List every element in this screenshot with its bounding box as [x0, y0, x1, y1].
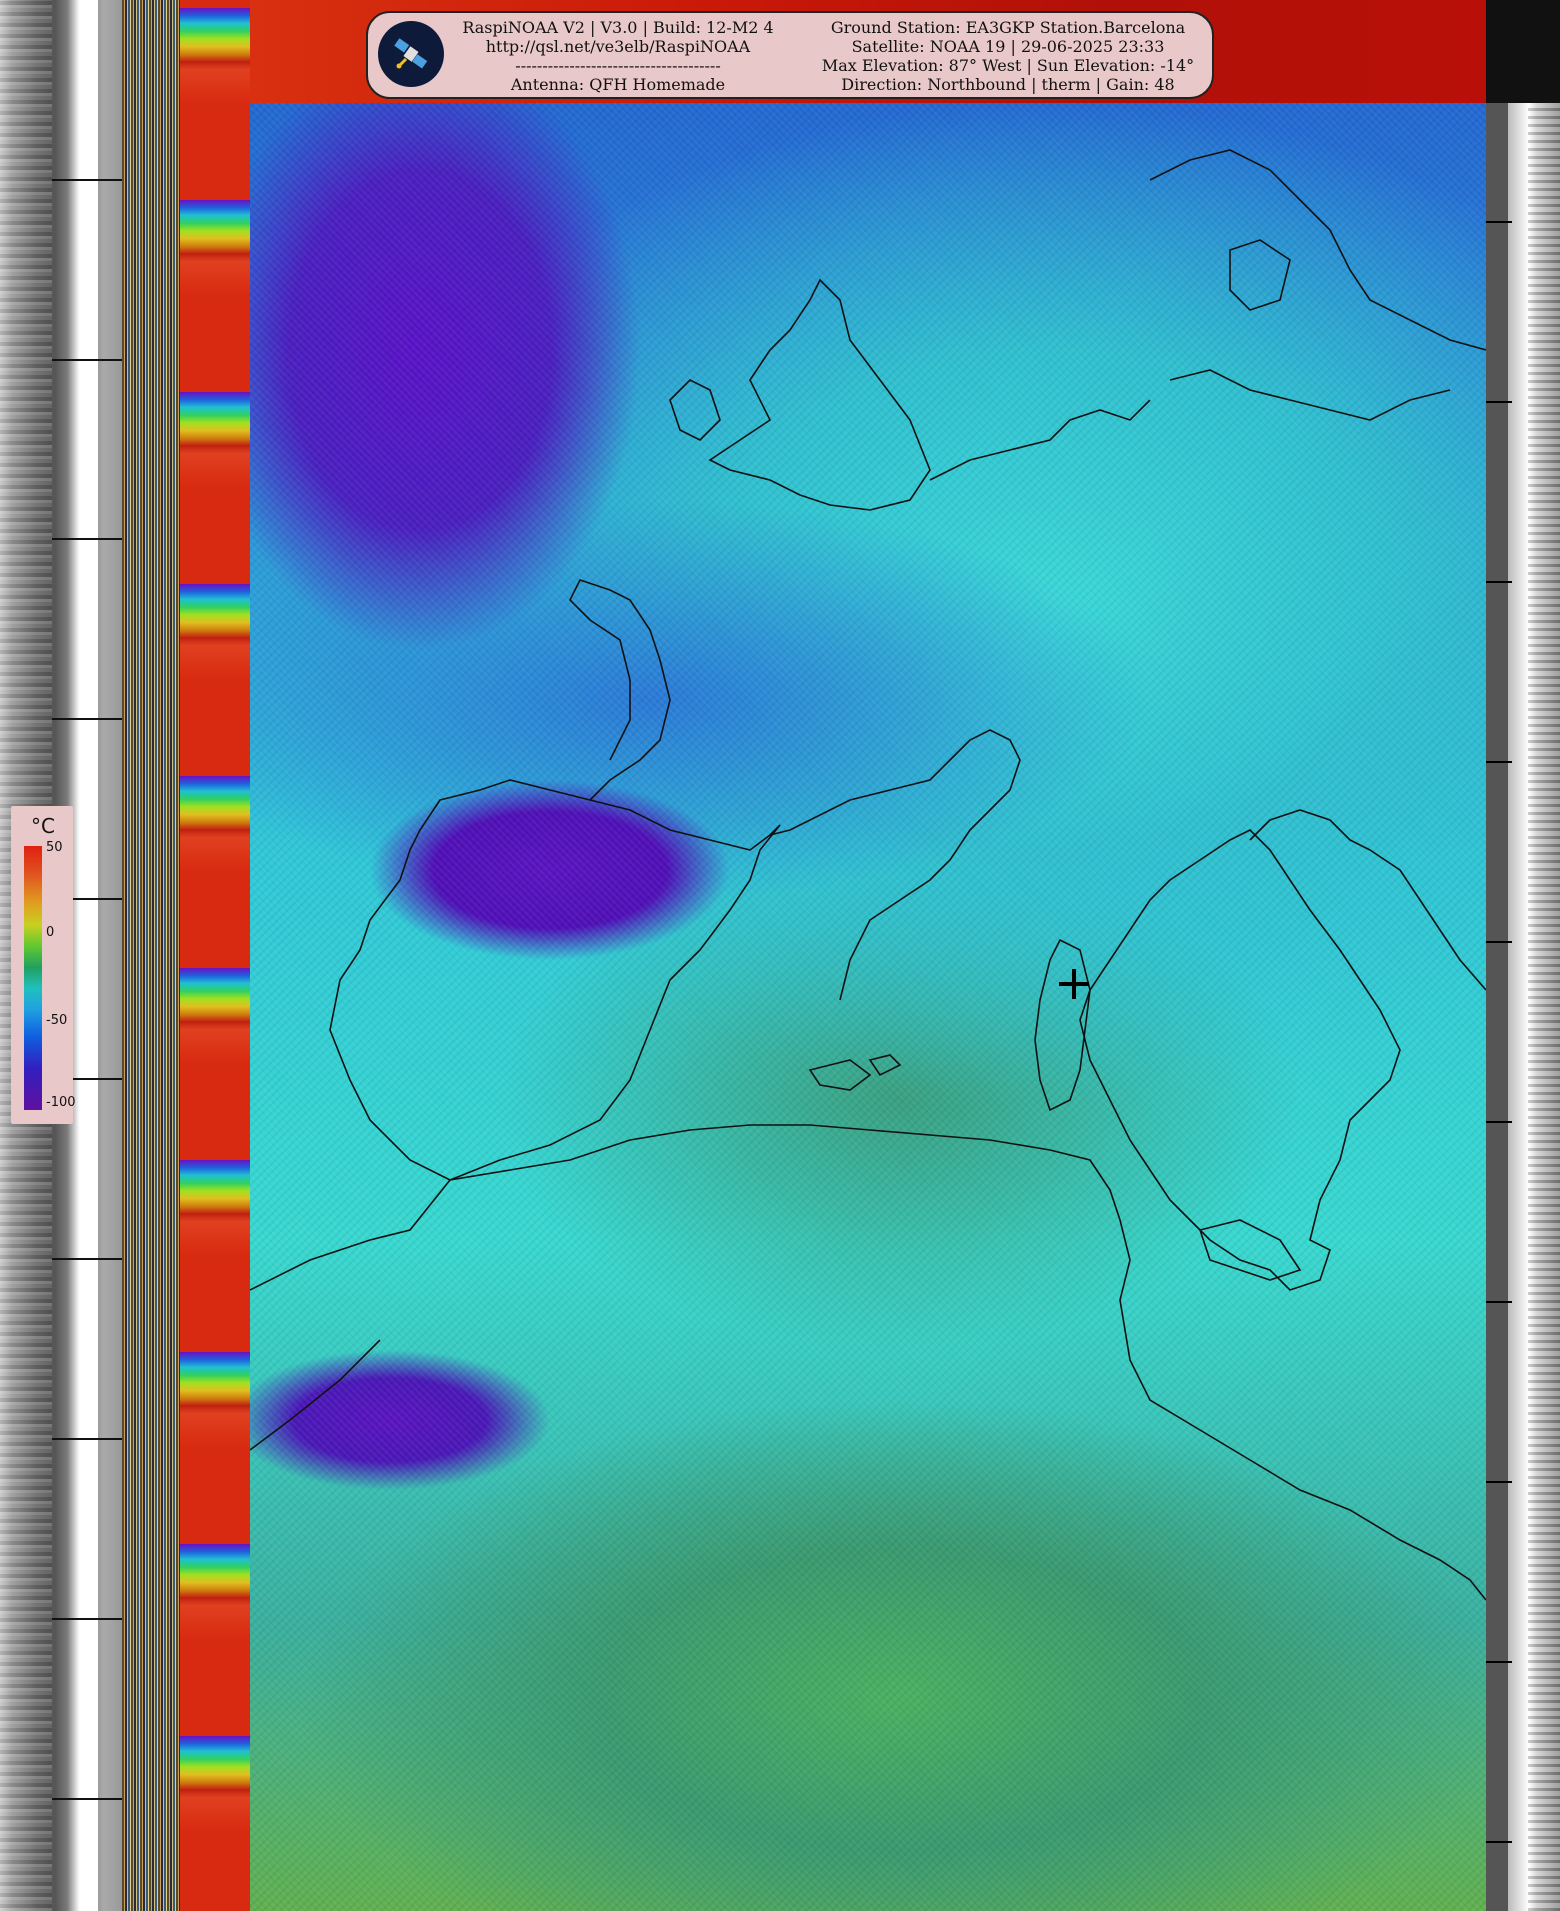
tick-mark [1486, 1661, 1512, 1663]
tick-mark [1486, 1301, 1512, 1303]
sync-lines [122, 0, 180, 1911]
legend-unit: °C [31, 814, 55, 838]
telemetry-block [180, 1352, 250, 1448]
satellite-info: Satellite: NOAA 19 | 29-06-2025 23:33 [851, 37, 1165, 56]
tick-mark [52, 718, 122, 720]
tick-mark [52, 1798, 122, 1800]
project-url: http://qsl.net/ve3elb/RaspiNOAA [485, 37, 751, 56]
right-telemetry-strip [1486, 0, 1508, 1911]
right-top-block [1486, 0, 1560, 103]
header-right-column: Ground Station: EA3GKP Station.Barcelona… [808, 18, 1208, 94]
telemetry-block [180, 1736, 250, 1832]
tick-mark [52, 1258, 122, 1260]
telemetry-block [180, 584, 250, 680]
tick-mark [1486, 221, 1512, 223]
telemetry-block [180, 8, 250, 104]
tick-mark [1486, 581, 1512, 583]
legend-label: 50 [46, 840, 63, 855]
telemetry-block [180, 392, 250, 488]
tick-mark [1486, 401, 1512, 403]
temperature-legend: °C 50 0 -50 -100 [11, 806, 76, 1124]
elevation-info: Max Elevation: 87° West | Sun Elevation:… [821, 56, 1195, 75]
legend-color-bar [24, 846, 42, 1110]
telemetry-block [180, 1544, 250, 1640]
tick-mark [52, 1618, 122, 1620]
logo [378, 21, 444, 87]
software-version: RaspiNOAA V2 | V3.0 | Build: 12-M2 4 [462, 18, 774, 37]
tick-mark [1486, 1481, 1512, 1483]
tick-mark [52, 179, 122, 181]
crosshair-icon [1059, 969, 1089, 999]
tick-mark [52, 538, 122, 540]
antenna-info: Antenna: QFH Homemade [510, 75, 726, 94]
legend-label: -50 [46, 1013, 68, 1028]
coastline-overlay [250, 149, 1486, 1601]
legend-label: 0 [46, 925, 55, 940]
direction-info: Direction: Northbound | therm | Gain: 48 [841, 75, 1175, 94]
telemetry-block [180, 776, 250, 872]
header-left-column: RaspiNOAA V2 | V3.0 | Build: 12-M2 4 htt… [448, 18, 788, 94]
tick-mark [52, 359, 122, 361]
thermal-satellite-image [250, 0, 1486, 1911]
telemetry-block [180, 1160, 250, 1256]
tick-mark [1486, 761, 1512, 763]
telemetry-strip [180, 0, 250, 1911]
legend-label: -100 [46, 1095, 76, 1110]
tick-mark [1486, 941, 1512, 943]
satellite-icon [394, 38, 428, 69]
tick-mark [52, 1438, 122, 1440]
tick-mark [1486, 1121, 1512, 1123]
telemetry-block [180, 968, 250, 1064]
separator-line: -------------------------------------- [515, 56, 721, 75]
telemetry-block [180, 200, 250, 296]
tick-mark [1486, 1841, 1512, 1843]
info-header: RaspiNOAA V2 | V3.0 | Build: 12-M2 4 htt… [366, 11, 1214, 99]
right-noise-texture [1528, 0, 1560, 1911]
white-sync-band [80, 0, 98, 1911]
ground-station: Ground Station: EA3GKP Station.Barcelona [830, 18, 1186, 37]
